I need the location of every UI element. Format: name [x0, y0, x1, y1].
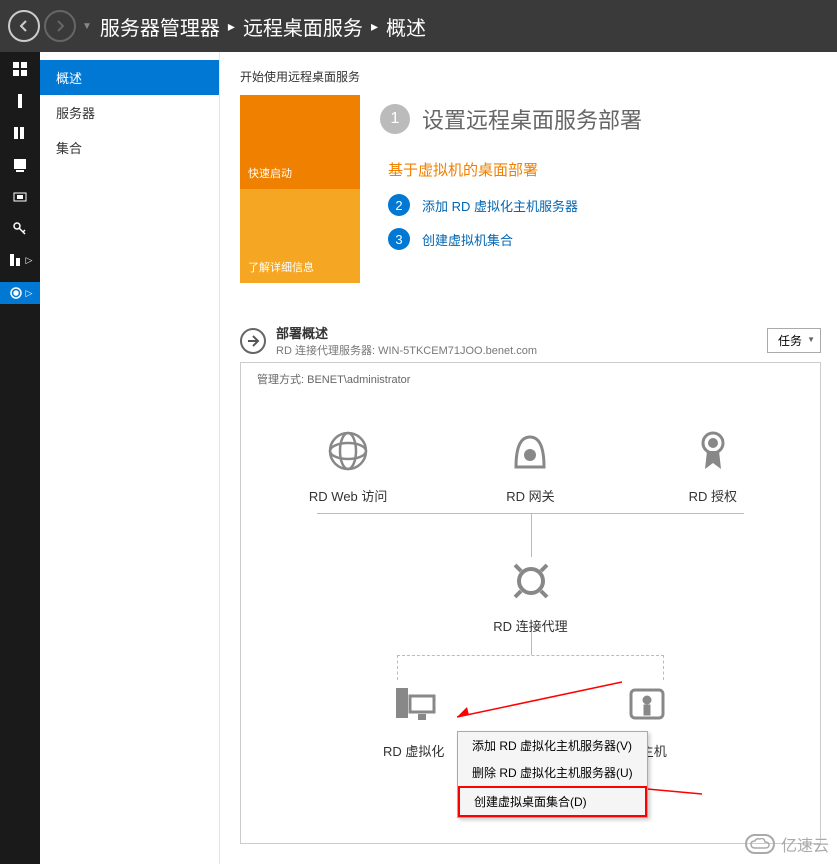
- deployment-type: 基于虚拟机的桌面部署: [388, 159, 821, 180]
- watermark: 亿速云: [745, 832, 829, 856]
- breadcrumb-leaf: 概述: [386, 12, 426, 41]
- header-bar: ▼ 服务器管理器 ▸ 远程桌面服务 ▸ 概述: [0, 0, 837, 52]
- sidebar-item-overview[interactable]: 概述: [40, 60, 219, 95]
- rd-gateway-node[interactable]: RD 网关: [470, 427, 590, 505]
- icon-rail: ▷ ▷: [0, 52, 40, 864]
- forward-button[interactable]: [44, 10, 76, 42]
- nav-item[interactable]: ▷: [8, 252, 33, 268]
- sidebar-item-servers[interactable]: 服务器: [40, 95, 219, 130]
- all-servers-icon[interactable]: [10, 124, 30, 142]
- file-services-icon[interactable]: [10, 156, 30, 174]
- chevron-right-icon: ▸: [371, 18, 378, 35]
- rd-web-node[interactable]: RD Web 访问: [288, 427, 408, 505]
- ctx-create-collection[interactable]: 创建虚拟桌面集合(D): [458, 786, 647, 817]
- sidebar-item-collections[interactable]: 集合: [40, 130, 219, 165]
- sidebar: 概述 服务器 集合: [40, 52, 220, 864]
- chevron-right-icon: ▸: [228, 18, 235, 35]
- back-button[interactable]: [8, 10, 40, 42]
- ctx-add-host[interactable]: 添加 RD 虚拟化主机服务器(V): [458, 732, 647, 759]
- breadcrumb-root[interactable]: 服务器管理器: [100, 12, 220, 41]
- step-1-badge: 1: [380, 104, 410, 134]
- broker-server-label: RD 连接代理服务器: WIN-5TKCEM71JOO.benet.com: [276, 342, 537, 358]
- content-area: 开始使用远程桌面服务 快速启动 了解详细信息 1 设置远程桌面服务部署 基于虚拟…: [220, 52, 837, 864]
- refresh-button[interactable]: [240, 328, 266, 354]
- deployment-title: 部署概述: [276, 323, 537, 342]
- tasks-dropdown[interactable]: 任务: [767, 328, 821, 353]
- history-dropdown-icon[interactable]: ▼: [82, 21, 92, 32]
- deployment-header: 部署概述 RD 连接代理服务器: WIN-5TKCEM71JOO.benet.c…: [240, 323, 821, 358]
- dashboard-icon[interactable]: [10, 60, 30, 78]
- rd-broker-node[interactable]: RD 连接代理: [471, 557, 591, 635]
- rd-license-node[interactable]: RD 授权: [653, 427, 773, 505]
- setup-heading: 设置远程桌面服务部署: [422, 103, 642, 135]
- add-host-link[interactable]: 添加 RD 虚拟化主机服务器: [422, 196, 578, 215]
- breadcrumb: 服务器管理器 ▸ 远程桌面服务 ▸ 概述: [100, 12, 426, 41]
- section-title: 开始使用远程桌面服务: [240, 68, 821, 85]
- create-collection-link[interactable]: 创建虚拟机集合: [422, 230, 513, 249]
- quick-start-tile[interactable]: 快速启动: [240, 95, 360, 189]
- learn-more-tile[interactable]: 了解详细信息: [240, 189, 360, 283]
- breadcrumb-mid[interactable]: 远程桌面服务: [243, 12, 363, 41]
- local-server-icon[interactable]: [10, 92, 30, 110]
- ctx-remove-host[interactable]: 删除 RD 虚拟化主机服务器(U): [458, 759, 647, 786]
- managed-by-label: 管理方式: BENET\administrator: [257, 371, 804, 387]
- topology-diagram: RD Web 访问 RD 网关 RD 授权 RD 连接代理: [257, 407, 804, 827]
- key-icon[interactable]: [10, 220, 30, 238]
- rd-virthost-node[interactable]: RD 虚拟化: [354, 682, 474, 760]
- step-2-badge: 2: [388, 194, 410, 216]
- cloud-icon: [745, 834, 775, 854]
- context-menu: 添加 RD 虚拟化主机服务器(V) 删除 RD 虚拟化主机服务器(U) 创建虚拟…: [457, 731, 648, 818]
- rds-icon[interactable]: ▷: [0, 282, 40, 304]
- step-3-badge: 3: [388, 228, 410, 250]
- getting-started-panel: 快速启动 了解详细信息 1 设置远程桌面服务部署 基于虚拟机的桌面部署 2 添加…: [240, 95, 821, 283]
- deployment-diagram-panel: 管理方式: BENET\administrator RD Web 访问 RD: [240, 362, 821, 844]
- hyperv-icon[interactable]: [10, 188, 30, 206]
